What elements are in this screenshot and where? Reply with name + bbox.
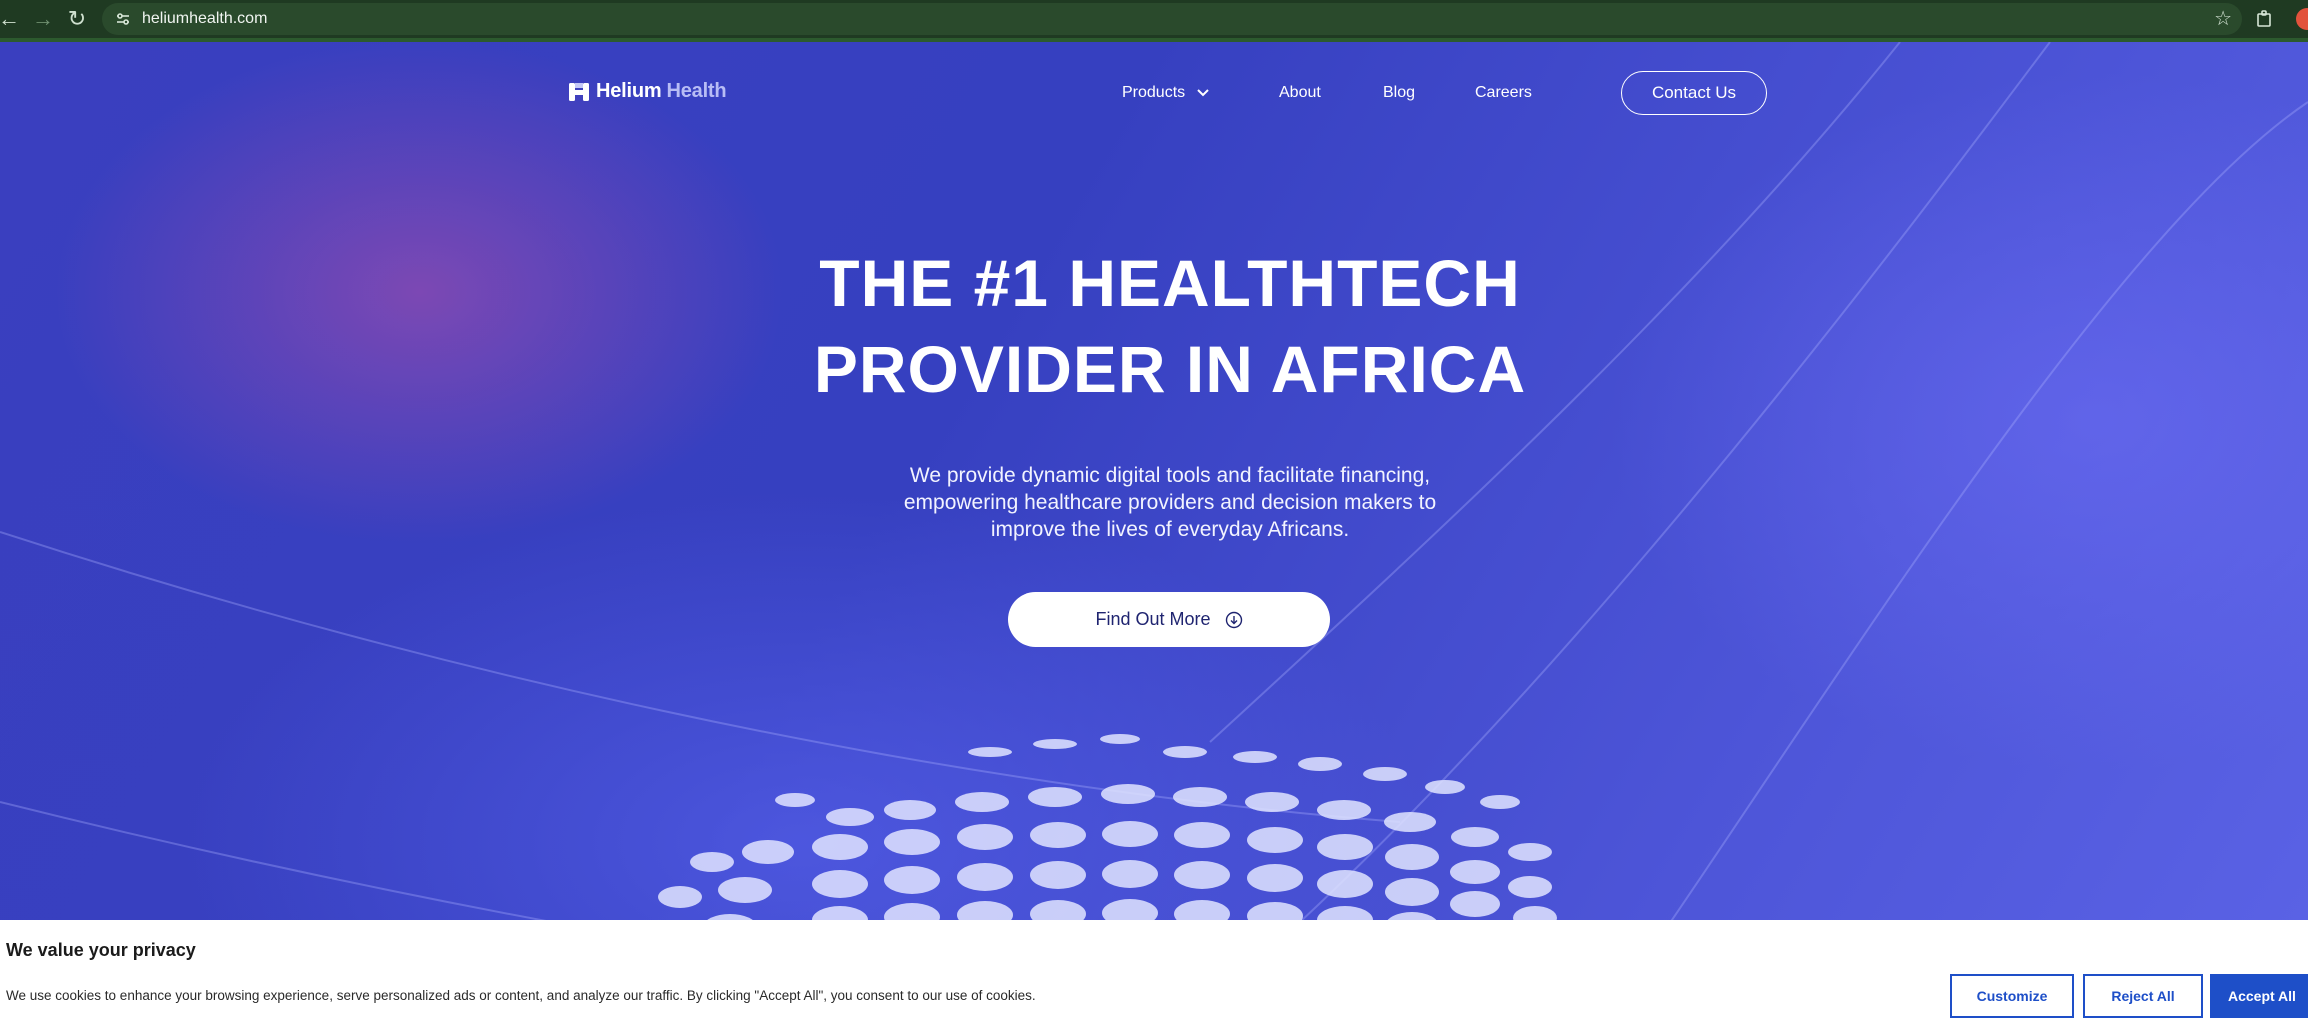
hero-headline: THE #1 HEALTHTECH PROVIDER IN AFRICA bbox=[700, 240, 1640, 412]
helium-health-logo[interactable]: Helium Health bbox=[568, 80, 727, 103]
nav-products[interactable]: Products bbox=[1122, 84, 1211, 102]
contact-us-label: Contact Us bbox=[1651, 83, 1737, 102]
nav-products-label: Products bbox=[1122, 84, 1186, 101]
reload-icon[interactable]: ↻ bbox=[60, 2, 94, 36]
subtext-line-1: We provide dynamic digital tools and fac… bbox=[909, 464, 1431, 487]
cookie-title: We value your privacy bbox=[6, 940, 196, 960]
find-out-more-label: Find Out More bbox=[1095, 609, 1211, 629]
nav-about[interactable]: About bbox=[1279, 84, 1321, 102]
nav-careers-label: Careers bbox=[1475, 84, 1532, 101]
back-icon[interactable]: ← bbox=[0, 2, 26, 36]
customize-button[interactable]: Customize bbox=[1950, 974, 2074, 1018]
subtext-line-2: empowering healthcare providers and deci… bbox=[903, 491, 1437, 514]
headline-line-2: PROVIDER IN AFRICA bbox=[813, 332, 1527, 406]
hero-subtext: We provide dynamic digital tools and fac… bbox=[820, 462, 1520, 543]
bookmark-star-icon[interactable]: ☆ bbox=[2214, 6, 2232, 31]
helium-logo-icon bbox=[569, 82, 589, 101]
cookie-description: We use cookies to enhance your browsing … bbox=[6, 988, 1036, 1003]
find-out-more-button[interactable]: Find Out More bbox=[1008, 592, 1330, 647]
nav-blog-label: Blog bbox=[1383, 84, 1416, 101]
nav-careers[interactable]: Careers bbox=[1475, 84, 1532, 102]
contact-us-button[interactable]: Contact Us bbox=[1621, 71, 1767, 115]
extensions-icon[interactable] bbox=[2250, 4, 2280, 34]
reject-all-button[interactable]: Reject All bbox=[2083, 974, 2203, 1018]
nav-blog[interactable]: Blog bbox=[1383, 84, 1415, 102]
logo-secondary-text: Health bbox=[666, 80, 727, 102]
hero-section: Helium Health Products About Blog Career… bbox=[0, 42, 2308, 1024]
forward-icon[interactable]: → bbox=[26, 2, 60, 36]
url-text[interactable]: heliumhealth.com bbox=[142, 10, 267, 28]
arrow-down-circle-icon bbox=[1225, 611, 1242, 628]
site-settings-icon[interactable] bbox=[108, 4, 138, 34]
accept-all-button[interactable]: Accept All bbox=[2210, 974, 2308, 1018]
browser-toolbar: ← → ↻ heliumhealth.com ☆ bbox=[0, 0, 2308, 42]
profile-avatar[interactable] bbox=[2296, 8, 2308, 30]
cookie-consent-banner: We value your privacy We use cookies to … bbox=[0, 920, 2308, 1024]
address-bar[interactable]: heliumhealth.com ☆ bbox=[102, 3, 2242, 35]
chevron-down-icon bbox=[1197, 89, 1209, 97]
nav-about-label: About bbox=[1279, 84, 1321, 101]
logo-primary-text: Helium bbox=[596, 80, 662, 102]
headline-line-1: THE #1 HEALTHTECH bbox=[819, 246, 1521, 320]
subtext-line-3: improve the lives of everyday Africans. bbox=[990, 518, 1350, 541]
